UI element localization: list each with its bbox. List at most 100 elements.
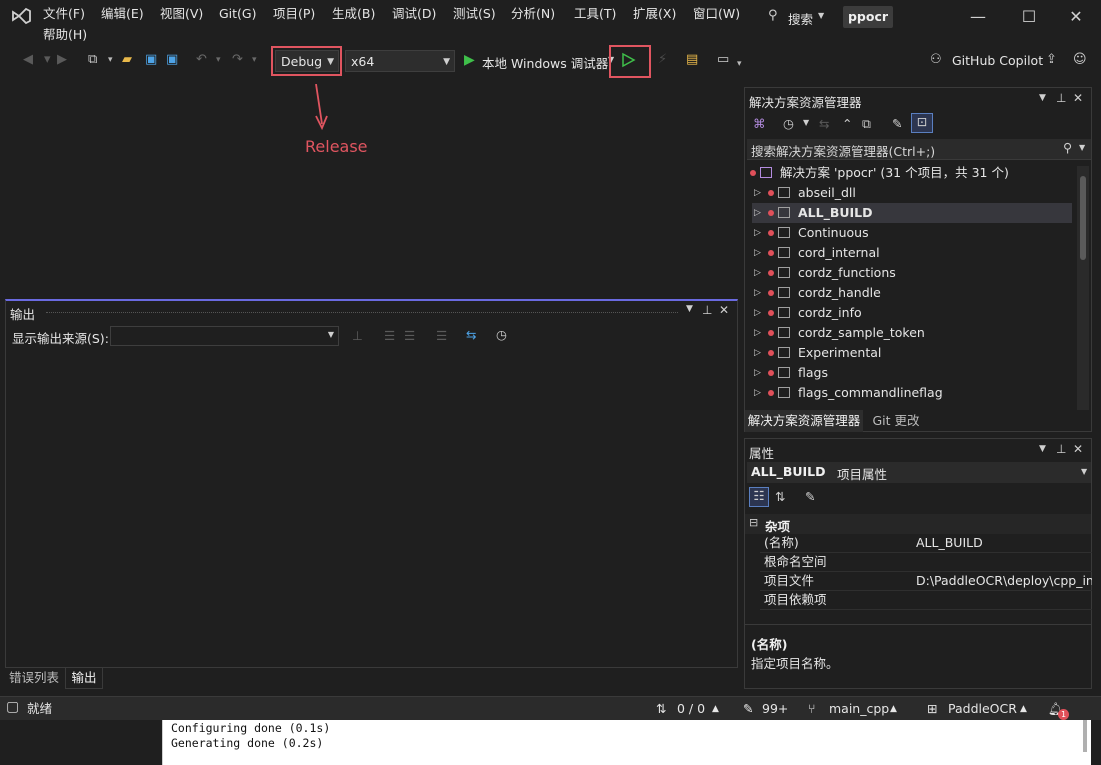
branch-name[interactable]: main_cpp [829,702,889,716]
chevron-up-icon[interactable]: ▲ [890,702,897,716]
next-message-icon[interactable]: ☰ [404,328,415,343]
solution-search-input[interactable]: 搜索解决方案资源管理器(Ctrl+;) ⚲ ▼ [747,139,1091,160]
property-value[interactable]: ALL_BUILD [916,533,1092,552]
output-status-icon[interactable]: ▢ [6,700,19,714]
search-button[interactable]: ⚲ 搜索 ▼ [766,8,828,27]
property-row[interactable]: 项目依赖项 [760,590,1092,610]
chevron-up-icon[interactable]: ▲ [712,702,719,716]
expand-icon[interactable]: ▷ [754,283,761,303]
maximize-button[interactable]: ☐ [1016,6,1042,28]
github-copilot-button[interactable]: ⚇ GitHub Copilot [930,52,1043,70]
menu-debug[interactable]: 调试(D) [392,6,436,22]
undo-icon[interactable]: ↶ [196,52,207,68]
tree-item[interactable]: ▷ cordz_info [752,303,1072,323]
navigate-back-dropdown-icon[interactable]: ▾ [44,52,51,68]
alphabetical-sort-icon[interactable]: ⇅ [775,489,785,504]
tree-item[interactable]: ▷ ALL_BUILD [752,203,1072,223]
tree-item[interactable]: ▷ abseil_dll [752,183,1072,203]
pin-icon[interactable]: ⊥ [1056,442,1066,456]
properties-wrench-icon[interactable]: ✎ [892,116,902,131]
expand-icon[interactable]: ▷ [754,183,761,203]
redo-icon[interactable]: ↷ [232,52,243,68]
expand-icon[interactable]: ▷ [754,343,761,363]
menu-build[interactable]: 生成(B) [332,6,375,22]
start-without-debugging-button[interactable] [620,52,636,68]
expand-icon[interactable]: ▷ [754,263,761,283]
tree-item[interactable]: ▷ flags [752,363,1072,383]
preview-selected-icon[interactable]: ⊡ [911,113,933,133]
tree-item[interactable]: ▷ cordz_handle [752,283,1072,303]
find-message-icon[interactable]: ⊥ [352,328,363,343]
open-folder-icon[interactable]: ▰ [122,52,132,68]
save-all-icon[interactable]: ▣ [166,52,178,68]
tree-item[interactable]: ▷ Experimental [752,343,1072,363]
menu-tools[interactable]: 工具(T) [574,6,616,22]
sync-icon[interactable]: ⇆ [819,116,829,131]
expand-icon[interactable]: ▷ [754,323,761,343]
chevron-down-icon[interactable]: ▼ [803,118,809,127]
pending-changes-icon[interactable]: ◷ [783,116,794,131]
previous-message-icon[interactable]: ☰ [384,328,395,343]
expand-icon[interactable]: ▷ [754,243,761,263]
vertical-scrollbar[interactable] [1077,166,1089,410]
minimize-button[interactable]: — [965,6,991,28]
close-panel-icon[interactable]: ✕ [719,303,729,317]
chevron-up-icon[interactable]: ▲ [1020,702,1027,716]
redo-dropdown-icon[interactable]: ▾ [252,52,257,68]
changes-count[interactable]: 0 / 0 [677,702,705,716]
navigate-forward-icon[interactable]: ▶ [57,52,67,68]
tab-solution-explorer[interactable]: 解决方案资源管理器 [745,410,863,432]
menu-window[interactable]: 窗口(W) [693,6,740,22]
menu-view[interactable]: 视图(V) [160,6,203,22]
pending-count[interactable]: 99+ [762,702,788,716]
share-icon[interactable]: ⇪ [1046,52,1057,68]
terminal-scrollbar[interactable] [1083,720,1087,752]
undo-dropdown-icon[interactable]: ▾ [216,52,221,68]
clear-all-icon[interactable]: ☰ [436,328,447,343]
pin-icon[interactable]: ⊥ [702,303,712,317]
property-value[interactable]: D:\PaddleOCR\deploy\cpp_inf [916,571,1092,590]
visual-studio-logo-icon[interactable] [10,6,32,26]
show-all-files-icon[interactable]: ⧉ [862,116,871,132]
output-source-dropdown[interactable]: ▼ [110,326,339,346]
expand-icon[interactable]: ▷ [754,203,761,223]
property-row[interactable]: 根命名空间 [760,552,1092,572]
panel-menu-chevron-icon[interactable]: ▼ [686,304,693,314]
new-project-icon[interactable]: ⧉ [88,52,97,68]
property-row[interactable]: (名称) ALL_BUILD [760,533,1092,553]
menu-help[interactable]: 帮助(H) [43,27,87,43]
menu-git[interactable]: Git(G) [219,6,257,22]
expand-icon[interactable]: ▷ [754,303,761,323]
tree-item[interactable]: ▷ Continuous [752,223,1072,243]
hot-reload-icon[interactable]: ⚡ [658,52,667,68]
tab-error-list[interactable]: 错误列表 [5,668,63,688]
property-object-selector[interactable]: ALL_BUILD 项目属性 ▼ [747,462,1091,483]
menu-file[interactable]: 文件(F) [43,6,85,22]
expand-icon[interactable]: ▷ [754,363,761,383]
tab-output[interactable]: 输出 [65,668,103,689]
expand-icon[interactable]: ▷ [754,383,761,403]
menu-test[interactable]: 测试(S) [453,6,496,22]
platform-dropdown[interactable]: x64 ▼ [345,50,455,72]
tree-item[interactable]: ▷ cord_internal [752,243,1072,263]
expand-icon[interactable]: ▷ [754,223,761,243]
panel-menu-chevron-icon[interactable]: ▼ [1039,444,1046,454]
feedback-icon[interactable]: ☺ [1073,52,1087,68]
start-debugging-button[interactable]: ▶ 本地 Windows 调试器 ▼ [462,50,614,72]
layout-icon[interactable]: ▭ [717,52,729,68]
solution-root[interactable]: 解决方案 'ppocr' (31 个项目，共 31 个) [750,163,1072,183]
panel-menu-chevron-icon[interactable]: ▼ [1039,93,1046,103]
menu-extensions[interactable]: 扩展(X) [633,6,676,22]
toolbar-overflow-icon[interactable]: ▾ [737,56,742,72]
word-wrap-icon[interactable]: ⇆ [466,327,476,342]
tree-item[interactable]: ▷ cordz_functions [752,263,1072,283]
category-header[interactable]: ⊟ 杂项 [745,514,1091,534]
collapse-all-icon[interactable]: ⌃ [842,116,852,131]
clock-icon[interactable]: ◷ [496,327,507,342]
property-row[interactable]: 项目文件 D:\PaddleOCR\deploy\cpp_inf [760,571,1092,591]
categorized-icon[interactable]: ☷ [749,487,769,507]
tree-item[interactable]: ▷ cordz_sample_token [752,323,1072,343]
close-window-button[interactable]: ✕ [1063,6,1089,28]
tab-git-changes[interactable]: Git 更改 [866,410,926,432]
save-icon[interactable]: ▣ [145,52,157,68]
